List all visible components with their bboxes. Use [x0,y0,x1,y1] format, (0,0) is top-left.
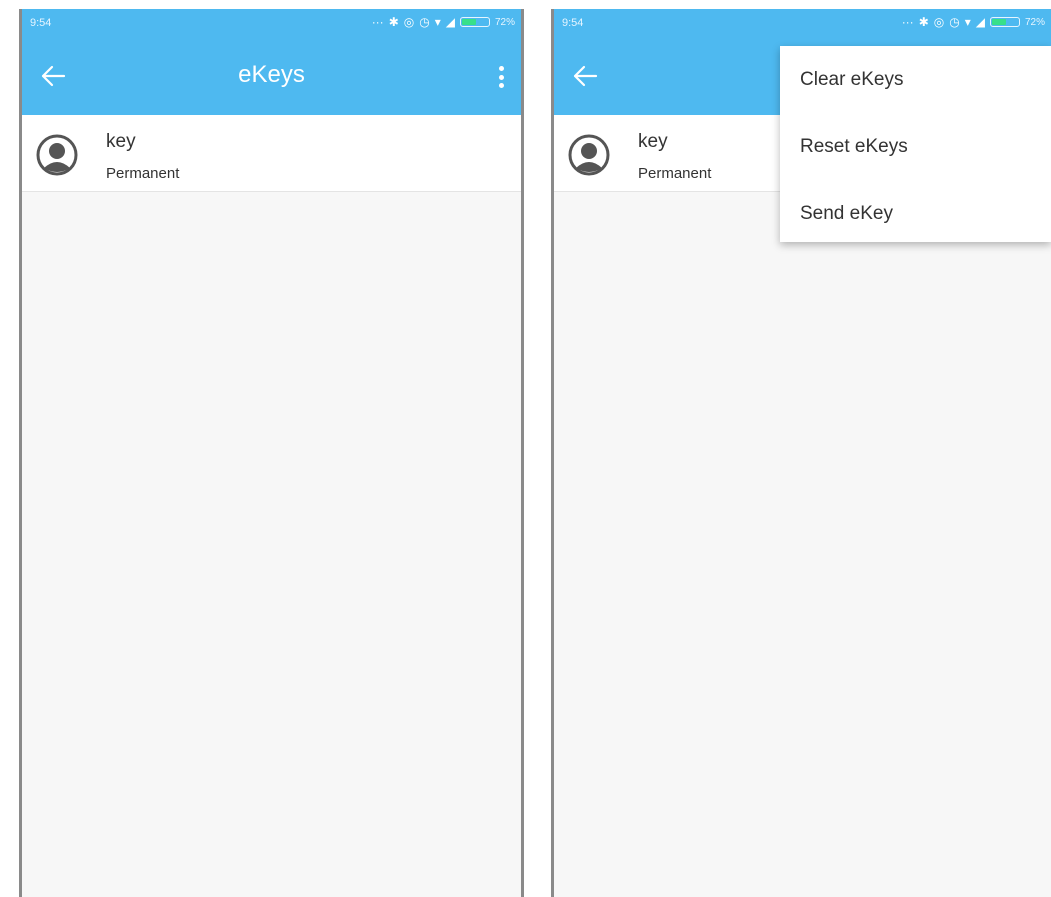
wifi-icon: ▾ [964,15,971,29]
signal-dots-icon: ··· [371,15,384,29]
status-bar: 9:54 ··· ✱ ◎ ◷ ▾ ◢ 72% [554,9,1051,39]
key-type: Permanent [106,165,180,182]
battery-icon [989,17,1020,27]
cell-signal-icon: ◢ [975,15,985,29]
alarm-icon: ◷ [419,15,430,29]
sync-icon: ◎ [403,15,415,29]
bluetooth-icon: ✱ [918,15,929,29]
key-name: key [638,131,668,152]
menu-item-reset-ekeys[interactable]: Reset eKeys [780,113,1051,180]
status-bar: 9:54 ··· ✱ ◎ ◷ ▾ ◢ 72% [22,9,521,39]
menu-item-send-ekey[interactable]: Send eKey [780,180,1051,247]
wifi-icon: ▾ [434,15,441,29]
status-icons: ··· ✱ ◎ ◷ ▾ ◢ 72% [372,15,515,29]
person-avatar-icon [568,134,610,176]
signal-dots-icon: ··· [901,15,914,29]
status-time: 9:54 [30,17,52,29]
key-type: Permanent [638,165,712,182]
bluetooth-icon: ✱ [388,15,399,29]
battery-icon [459,17,490,27]
sync-icon: ◎ [933,15,945,29]
status-icons: ··· ✱ ◎ ◷ ▾ ◢ 72% [902,15,1045,29]
app-toolbar: eKeys [22,39,521,115]
list-item-key[interactable]: key Permanent [22,115,521,192]
battery-percent: 72% [1024,16,1045,28]
key-name: key [106,131,136,152]
menu-item-clear-ekeys[interactable]: Clear eKeys [780,46,1051,113]
phone-screen-left: 9:54 ··· ✱ ◎ ◷ ▾ ◢ 72% eKeys key Permane… [19,9,524,897]
battery-percent: 72% [494,16,515,28]
overflow-dropdown-menu: Clear eKeys Reset eKeys Send eKey [780,46,1051,242]
more-vert-icon[interactable] [495,63,507,91]
page-title: eKeys [238,61,305,88]
alarm-icon: ◷ [949,15,960,29]
person-avatar-icon [36,134,78,176]
status-time: 9:54 [562,17,584,29]
cell-signal-icon: ◢ [445,15,455,29]
arrow-left-icon[interactable] [570,61,600,91]
